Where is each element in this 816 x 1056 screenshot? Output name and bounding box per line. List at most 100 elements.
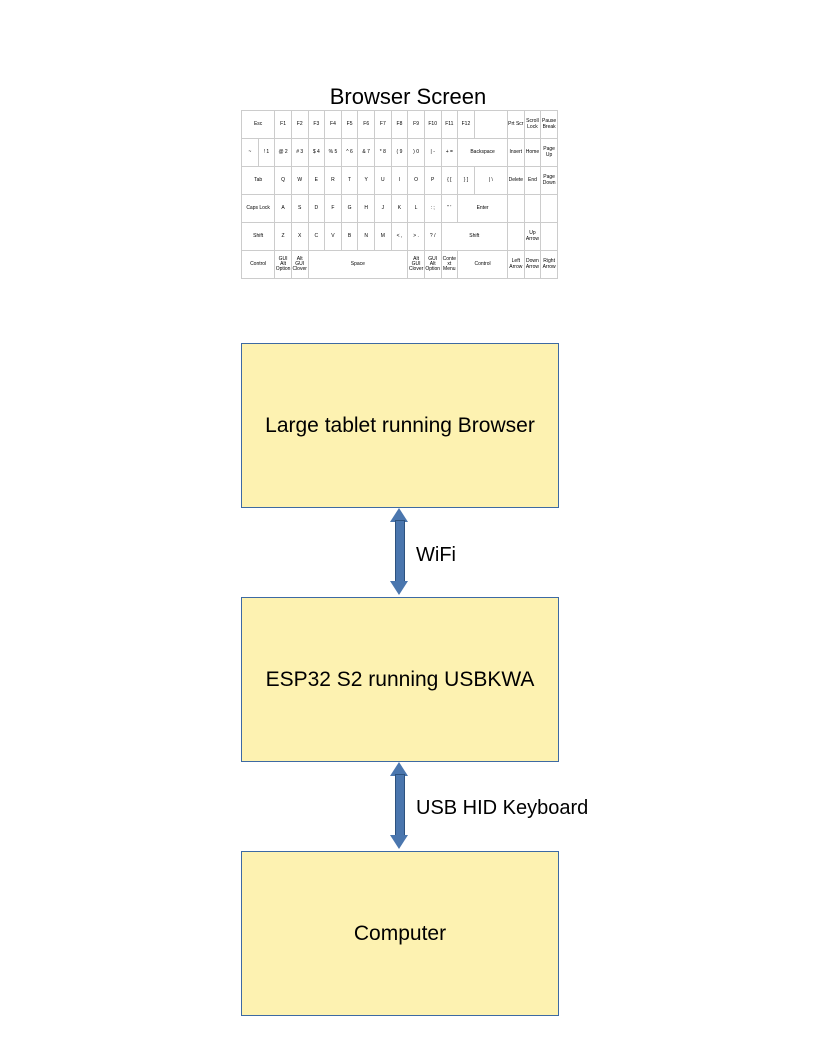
key: } ] bbox=[458, 167, 475, 195]
diagram-title: Browser Screen bbox=[0, 84, 816, 110]
key-space: Space bbox=[308, 251, 408, 279]
key: # 3 bbox=[291, 139, 308, 167]
key: D bbox=[308, 195, 325, 223]
key: K bbox=[391, 195, 408, 223]
key: E bbox=[308, 167, 325, 195]
key: @ 2 bbox=[275, 139, 292, 167]
key: { [ bbox=[441, 167, 458, 195]
key: M bbox=[375, 223, 392, 251]
key-blank bbox=[474, 111, 507, 139]
key: A bbox=[275, 195, 292, 223]
key: T bbox=[341, 167, 358, 195]
key: GUI Alt Option bbox=[424, 251, 441, 279]
arrow-shaft bbox=[395, 520, 405, 584]
key: Y bbox=[358, 167, 375, 195]
key-enter: Enter bbox=[458, 195, 508, 223]
key-up: Up Arrow bbox=[524, 223, 541, 251]
key: F6 bbox=[358, 111, 375, 139]
arrow-shaft bbox=[395, 774, 405, 838]
key: B bbox=[341, 223, 358, 251]
key: F4 bbox=[325, 111, 342, 139]
key: P bbox=[424, 167, 441, 195]
keyboard-layout: Esc F1 F2 F3 F4 F5 F6 F7 F8 F9 F10 F11 F… bbox=[241, 110, 558, 279]
key: + = bbox=[441, 139, 458, 167]
key: ) 0 bbox=[408, 139, 425, 167]
label-usb: USB HID Keyboard bbox=[416, 797, 716, 820]
key: H bbox=[358, 195, 375, 223]
key: V bbox=[325, 223, 342, 251]
key: | \ bbox=[474, 167, 507, 195]
arrowhead-down-icon bbox=[390, 835, 408, 849]
key: Scroll Lock bbox=[524, 111, 541, 139]
key: End bbox=[524, 167, 541, 195]
key: ? / bbox=[424, 223, 441, 251]
key: Insert bbox=[508, 139, 525, 167]
key: ~ bbox=[242, 139, 259, 167]
key: ^ 6 bbox=[341, 139, 358, 167]
key: F11 bbox=[441, 111, 458, 139]
key: N bbox=[358, 223, 375, 251]
key-left: Left Arrow bbox=[508, 251, 525, 279]
key-shift: Shift bbox=[242, 223, 275, 251]
key-blank bbox=[508, 223, 525, 251]
key: F10 bbox=[424, 111, 441, 139]
key-blank bbox=[541, 223, 558, 251]
box-tablet: Large tablet running Browser bbox=[241, 343, 559, 508]
key: Q bbox=[275, 167, 292, 195]
key: I bbox=[391, 167, 408, 195]
arrowhead-down-icon bbox=[390, 581, 408, 595]
key: X bbox=[291, 223, 308, 251]
key: F7 bbox=[375, 111, 392, 139]
key: > . bbox=[408, 223, 425, 251]
key: Pause Break bbox=[541, 111, 558, 139]
key-ctrl: Control bbox=[242, 251, 275, 279]
key: < , bbox=[391, 223, 408, 251]
key: Prt Scr bbox=[508, 111, 525, 139]
key: Page Down bbox=[541, 167, 558, 195]
key-blank bbox=[541, 195, 558, 223]
key: R bbox=[325, 167, 342, 195]
key: & 7 bbox=[358, 139, 375, 167]
key: W bbox=[291, 167, 308, 195]
key: | - bbox=[424, 139, 441, 167]
key: $ 4 bbox=[308, 139, 325, 167]
key: C bbox=[308, 223, 325, 251]
key: Home bbox=[524, 139, 541, 167]
key-blank bbox=[508, 195, 525, 223]
key: Alt GUI Clover bbox=[291, 251, 308, 279]
key: L bbox=[408, 195, 425, 223]
key: Z bbox=[275, 223, 292, 251]
key: U bbox=[375, 167, 392, 195]
arrow-wifi bbox=[393, 508, 405, 595]
key-backspace: Backspace bbox=[458, 139, 508, 167]
arrow-usb bbox=[393, 762, 405, 849]
key: % 5 bbox=[325, 139, 342, 167]
key: O bbox=[408, 167, 425, 195]
key-down: Down Arrow bbox=[524, 251, 541, 279]
key-ctrl: Control bbox=[458, 251, 508, 279]
key: Context Menu bbox=[441, 251, 458, 279]
key: ( 9 bbox=[391, 139, 408, 167]
box-computer: Computer bbox=[241, 851, 559, 1016]
key: G bbox=[341, 195, 358, 223]
key-right: Right Arrow bbox=[541, 251, 558, 279]
key: Alt GUI Clover bbox=[408, 251, 425, 279]
key: F3 bbox=[308, 111, 325, 139]
key-esc: Esc bbox=[242, 111, 275, 139]
key: ! 1 bbox=[258, 139, 275, 167]
key: F5 bbox=[341, 111, 358, 139]
label-wifi: WiFi bbox=[416, 544, 716, 567]
key: F2 bbox=[291, 111, 308, 139]
key-tab: Tab bbox=[242, 167, 275, 195]
key: Delete bbox=[508, 167, 525, 195]
key: F bbox=[325, 195, 342, 223]
key: F8 bbox=[391, 111, 408, 139]
key: F12 bbox=[458, 111, 475, 139]
key: GUI Alt Option bbox=[275, 251, 292, 279]
key-caps: Caps Lock bbox=[242, 195, 275, 223]
key: Page Up bbox=[541, 139, 558, 167]
box-esp32: ESP32 S2 running USBKWA bbox=[241, 597, 559, 762]
key: : ; bbox=[424, 195, 441, 223]
key: F9 bbox=[408, 111, 425, 139]
key-shift: Shift bbox=[441, 223, 508, 251]
